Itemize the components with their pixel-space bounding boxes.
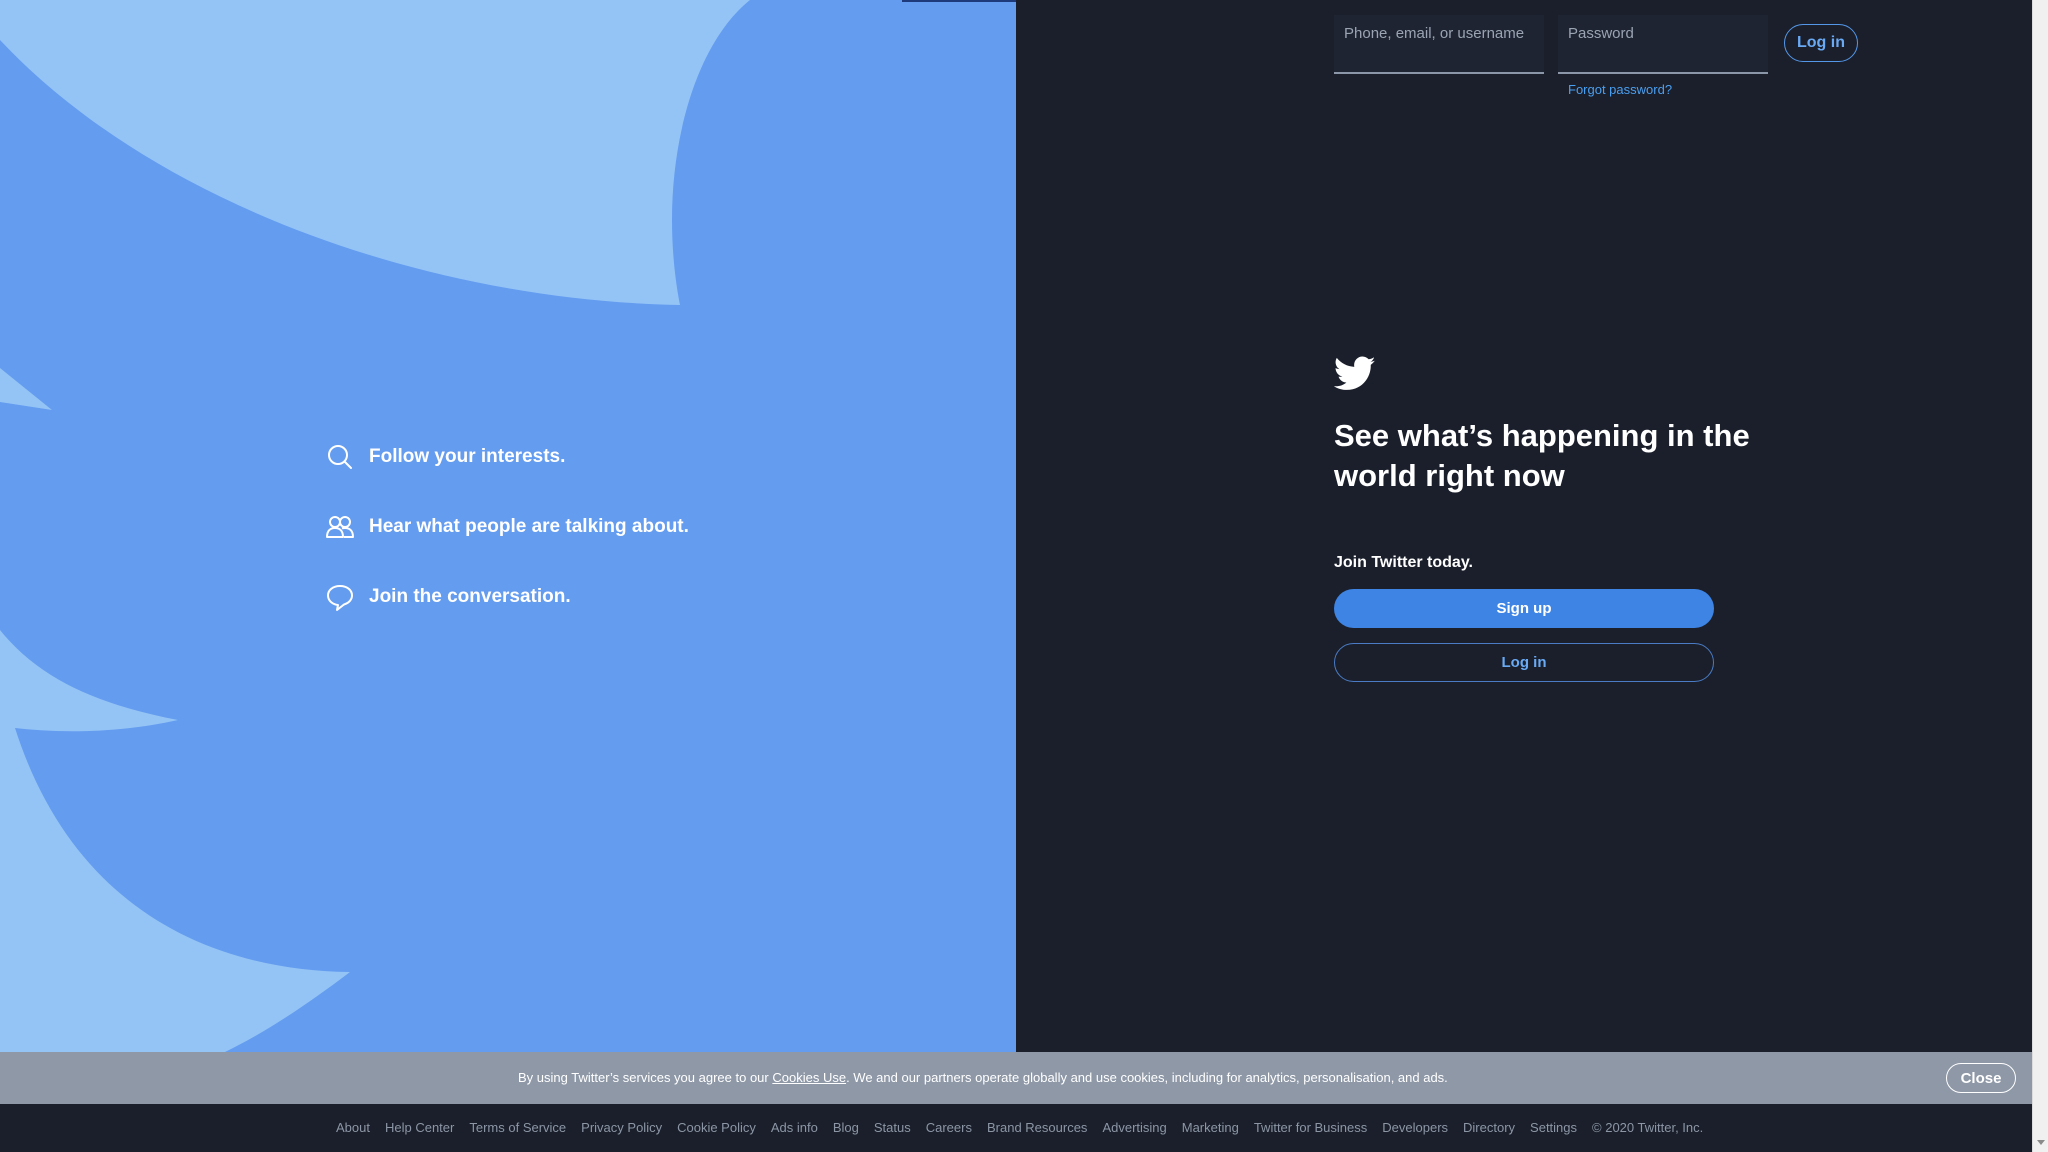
cookie-message: By using Twitter’s services you agree to… [518,1070,1448,1085]
feature-text: Join the conversation. [369,586,571,607]
join-text: Join Twitter today. [1334,554,1473,571]
footer-link-settings[interactable]: Settings [1530,1120,1577,1135]
cookies-use-link[interactable]: Cookies Use [772,1070,846,1085]
footer-link-brand-resources[interactable]: Brand Resources [987,1120,1087,1135]
close-cookie-button[interactable]: Close [1946,1063,2016,1093]
footer-links: About Help Center Terms of Service Priva… [336,1120,1718,1135]
username-input[interactable] [1334,15,1544,72]
people-icon [326,516,354,538]
footer-link-terms[interactable]: Terms of Service [469,1120,566,1135]
footer-link-blog[interactable]: Blog [833,1120,859,1135]
page-headline: See what’s happening in the world right … [1334,418,1750,493]
cookie-text-after: . We and our partners operate globally a… [846,1070,1448,1085]
footer-link-careers[interactable]: Careers [926,1120,972,1135]
login-button[interactable]: Log in [1334,643,1714,682]
username-field [1334,15,1544,74]
feature-text: Follow your interests. [369,446,566,467]
footer-link-help-center[interactable]: Help Center [385,1120,454,1135]
footer-link-status[interactable]: Status [874,1120,911,1135]
speech-bubble-icon [327,585,353,611]
feature-item: Hear what people are talking about. [325,512,689,542]
hero-panel: Follow your interests. Hear what people … [0,0,1016,1052]
scroll-down-icon[interactable] [2037,1140,2045,1145]
feature-item: Join the conversation. [325,582,689,612]
footer: About Help Center Terms of Service Priva… [0,1104,2032,1152]
forgot-password-link[interactable]: Forgot password? [1568,82,1672,97]
copyright: © 2020 Twitter, Inc. [1592,1120,1704,1135]
footer-link-developers[interactable]: Developers [1382,1120,1448,1135]
header-login-button[interactable]: Log in [1784,24,1858,62]
cookie-banner: By using Twitter’s services you agree to… [0,1052,2032,1104]
footer-link-ads-info[interactable]: Ads info [771,1120,818,1135]
footer-link-twitter-for-business[interactable]: Twitter for Business [1254,1120,1367,1135]
footer-link-marketing[interactable]: Marketing [1182,1120,1239,1135]
footer-link-about[interactable]: About [336,1120,370,1135]
top-accent-line [902,0,1016,2]
signup-button[interactable]: Sign up [1334,589,1714,628]
signup-panel: Forgot password? Log in See what’s happe… [1016,0,2032,1052]
feature-list: Follow your interests. Hear what people … [325,442,689,652]
twitter-bird-icon [1334,356,1376,390]
feature-text: Hear what people are talking about. [369,516,689,537]
feature-item: Follow your interests. [325,442,689,472]
footer-link-cookie-policy[interactable]: Cookie Policy [677,1120,756,1135]
search-icon [328,445,352,469]
footer-link-advertising[interactable]: Advertising [1102,1120,1166,1135]
password-field [1558,15,1768,74]
footer-link-privacy[interactable]: Privacy Policy [581,1120,662,1135]
password-input[interactable] [1558,15,1768,72]
footer-link-directory[interactable]: Directory [1463,1120,1515,1135]
cookie-text-before: By using Twitter’s services you agree to… [518,1070,773,1085]
vertical-scrollbar[interactable] [2032,0,2048,1152]
